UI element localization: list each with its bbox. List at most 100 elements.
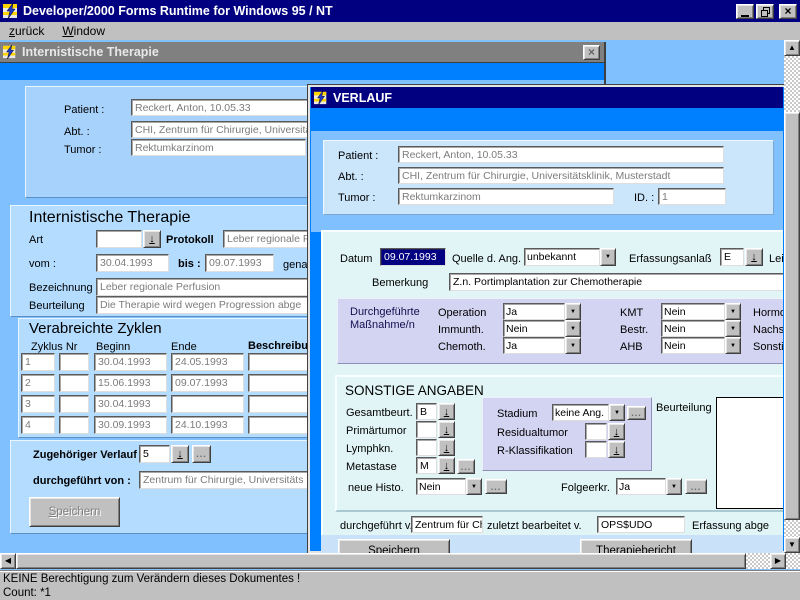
mdi-vertical-scrollbar[interactable]: ▲ ▼	[784, 40, 800, 553]
kmt-dropdown[interactable]: Nein ▼	[661, 303, 741, 320]
folgeerkr-dropdown-arrow-icon[interactable]: ▼	[666, 478, 682, 495]
abt-field[interactable]: CHI, Zentrum für Chirurgie, Universitäts…	[398, 167, 724, 184]
horizontal-scroll-thumb[interactable]	[16, 553, 746, 569]
gesamtbeurt-lov-button[interactable]: ↓	[438, 403, 455, 420]
bestr-dropdown[interactable]: Nein ▼	[661, 320, 741, 337]
ahb-dropdown-arrow-icon[interactable]: ▼	[725, 337, 741, 354]
metastase-lov-button[interactable]: ↓	[438, 457, 455, 474]
metastase-more-button[interactable]: ...	[457, 459, 475, 474]
cycle-nr-field[interactable]: 3	[21, 395, 55, 413]
cycle-ende-field[interactable]: 09.07.1993	[171, 374, 244, 392]
gesamtbeurt-field[interactable]: B	[416, 403, 437, 420]
cycle-beginn-field[interactable]: 30.04.1993	[94, 395, 167, 413]
cycle-beginn-field[interactable]: 30.04.1993	[94, 353, 167, 371]
operation-dropdown[interactable]: Ja ▼	[503, 303, 581, 320]
erfassungsanlass-field[interactable]: E	[720, 248, 744, 266]
tumor-field[interactable]: Rektumkarzinom	[398, 188, 614, 205]
restore-button[interactable]	[756, 4, 774, 19]
quelle-dropdown-arrow-icon[interactable]: ▼	[600, 248, 616, 266]
cycles-heading: Verabreichte Zyklen	[29, 320, 162, 337]
chemoth-dropdown-arrow-icon[interactable]: ▼	[565, 337, 581, 354]
cycle-ende-field[interactable]: 24.10.1993	[171, 416, 244, 434]
durchgefuehrt-v-field[interactable]: Zentrum für Chiru	[411, 516, 483, 533]
cycle-extra-field[interactable]	[59, 395, 89, 413]
scroll-right-button[interactable]: ▶	[770, 553, 786, 569]
mdi-area: Internistische Therapie × Patient : Reck…	[0, 40, 800, 570]
cycle-extra-field[interactable]	[59, 353, 89, 371]
verlauf-titlebar[interactable]: VERLAUF	[311, 87, 783, 108]
stadium-dropdown-arrow-icon[interactable]: ▼	[609, 404, 625, 421]
therapiebericht-button[interactable]: Therapiebericht	[580, 539, 692, 553]
cycle-nr-field[interactable]: 2	[21, 374, 55, 392]
lymphkn-lov-button[interactable]: ↓	[438, 439, 455, 456]
id-field[interactable]: 1	[658, 188, 726, 205]
neue-histo-dropdown-arrow-icon[interactable]: ▼	[466, 478, 482, 495]
quelle-dropdown[interactable]: unbekannt ▼	[524, 248, 616, 266]
primaertumor-field[interactable]	[416, 421, 437, 438]
art-lov-button[interactable]: ↓	[143, 230, 161, 248]
cycle-nr-field[interactable]: 1	[21, 353, 55, 371]
residualtumor-field[interactable]	[585, 423, 607, 440]
stadium-dropdown[interactable]: keine Ang. ▼	[552, 404, 625, 421]
back-window-close-button[interactable]: ×	[583, 45, 600, 60]
cycle-extra-field[interactable]	[59, 416, 89, 434]
folgeerkr-dropdown[interactable]: Ja ▼	[616, 478, 682, 495]
back-speichern-button[interactable]: Speichern	[29, 497, 120, 527]
chemoth-dropdown[interactable]: Ja ▼	[503, 337, 581, 354]
bestr-dropdown-arrow-icon[interactable]: ▼	[725, 320, 741, 337]
kmt-dropdown-arrow-icon[interactable]: ▼	[725, 303, 741, 320]
immunth-dropdown-arrow-icon[interactable]: ▼	[565, 320, 581, 337]
mdi-horizontal-scrollbar[interactable]: ◀ ▶	[0, 553, 786, 569]
bemerkung-field[interactable]: Z.n. Portimplantation zur Chemotherapie	[449, 273, 783, 291]
app-titlebar[interactable]: Developer/2000 Forms Runtime for Windows…	[0, 0, 800, 22]
cycle-beginn-field[interactable]: 30.09.1993	[94, 416, 167, 434]
r-klassifikation-lov-button[interactable]: ↓	[608, 441, 625, 458]
erfassungsanlass-lov-button[interactable]: ↓	[745, 248, 763, 266]
patient-field[interactable]: Reckert, Anton, 10.05.33	[398, 146, 724, 163]
vertical-scroll-thumb[interactable]	[784, 112, 800, 520]
cycle-extra-field[interactable]	[59, 374, 89, 392]
scroll-down-button[interactable]: ▼	[784, 537, 800, 553]
neue-histo-more-button[interactable]: ...	[485, 479, 507, 494]
immunth-dropdown[interactable]: Nein ▼	[503, 320, 581, 337]
back-patient-field[interactable]: Reckert, Anton, 10.05.33	[131, 99, 319, 116]
scroll-left-button[interactable]: ◀	[0, 553, 16, 569]
back-tumor-field[interactable]: Rektumkarzinom	[131, 139, 306, 156]
verlauf-speichern-button[interactable]: Speichern	[338, 539, 450, 553]
bearbeitet-field[interactable]: OPS$UDO	[597, 516, 685, 533]
ahb-label: AHB	[620, 341, 643, 353]
ahb-dropdown[interactable]: Nein ▼	[661, 337, 741, 354]
lymphkn-field[interactable]	[416, 439, 437, 456]
residualtumor-lov-button[interactable]: ↓	[608, 423, 625, 440]
cycle-ende-field[interactable]: 24.05.1993	[171, 353, 244, 371]
bezeichnung-label: Bezeichnung	[29, 282, 93, 294]
back-window-titlebar[interactable]: Internistische Therapie ×	[0, 42, 604, 63]
minimize-button[interactable]	[736, 4, 754, 19]
close-button[interactable]: ×	[779, 4, 797, 19]
primaertumor-lov-button[interactable]: ↓	[438, 421, 455, 438]
verlauf-lov-button[interactable]: ↓	[171, 445, 189, 463]
metastase-field[interactable]: M	[416, 457, 437, 474]
menu-item-window[interactable]: Window	[53, 24, 114, 38]
folgeerkr-more-button[interactable]: ...	[685, 479, 707, 494]
cycle-ende-field[interactable]	[171, 395, 244, 413]
stadium-more-button[interactable]: ...	[627, 406, 646, 420]
cycle-nr-field[interactable]: 4	[21, 416, 55, 434]
bis-field[interactable]: 09.07.1993	[205, 254, 274, 272]
stadium-panel: Stadium keine Ang. ▼ ... Residualtumor ↓…	[482, 397, 652, 471]
neue-histo-dropdown[interactable]: Nein ▼	[416, 478, 482, 495]
zugehoeriger-verlauf-field[interactable]: 5	[139, 445, 170, 463]
scroll-up-button[interactable]: ▲	[784, 40, 800, 56]
art-field[interactable]	[96, 230, 142, 248]
vom-field[interactable]: 30.04.1993	[96, 254, 169, 272]
operation-dropdown-arrow-icon[interactable]: ▼	[565, 303, 581, 320]
cycle-beginn-field[interactable]: 15.06.1993	[94, 374, 167, 392]
beurteilung-textarea[interactable]	[716, 397, 783, 509]
menu-item-zurueck[interactable]: zurück	[0, 24, 53, 38]
art-label: Art	[29, 234, 43, 246]
verlauf-more-button[interactable]: ...	[192, 445, 211, 463]
datum-field[interactable]: 09.07.1993	[380, 248, 446, 266]
back-abt-field[interactable]: CHI, Zentrum für Chirurgie, Universitäts…	[131, 121, 319, 138]
sonstige-label: Sonstige	[753, 341, 783, 353]
r-klassifikation-field[interactable]	[585, 441, 607, 458]
